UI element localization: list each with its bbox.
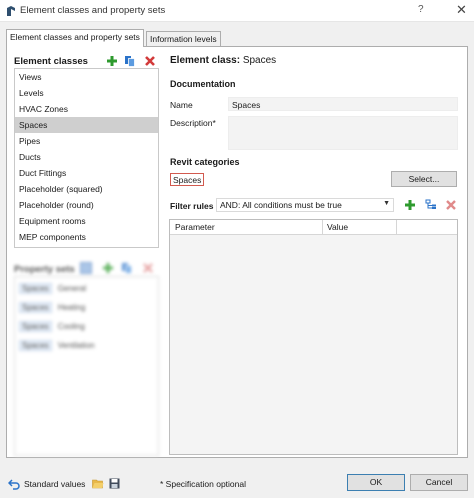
copy-icon[interactable] [121, 262, 133, 274]
tab-element-classes[interactable]: Element classes and property sets [6, 29, 144, 47]
copy-icon[interactable] [124, 55, 136, 67]
element-class-label: Element class: [170, 55, 241, 66]
element-class-value: Spaces [242, 55, 277, 66]
save-icon[interactable] [109, 478, 120, 489]
description-field[interactable] [228, 116, 458, 150]
add-group-icon[interactable] [425, 199, 437, 211]
footer-bar: Standard values * Specification optional… [0, 468, 474, 498]
help-button[interactable]: ? [418, 4, 424, 15]
element-class-title: Element class: Spaces [170, 55, 276, 66]
property-sets-heading: Property sets [14, 264, 75, 275]
filter-rules-label: Filter rules [170, 201, 214, 211]
delete-icon[interactable] [142, 262, 154, 274]
filter-rules-select[interactable]: AND: All conditions must be true ▼ [216, 198, 394, 212]
reset-icon[interactable] [8, 478, 20, 490]
filter-icon[interactable] [80, 262, 92, 274]
element-classes-heading: Element classes [14, 56, 88, 67]
delete-rule-icon[interactable] [445, 199, 457, 211]
property-set-name: Cooling [57, 322, 85, 331]
column-header-parameter[interactable]: Parameter [175, 222, 215, 232]
class-chip: Spaces [19, 340, 52, 351]
add-icon[interactable] [106, 55, 118, 67]
property-set-name: Ventilation [57, 341, 95, 350]
title-bar: Element classes and property sets ? ✕ [0, 0, 474, 22]
list-item[interactable]: Levels [15, 85, 158, 101]
filter-rules-value: AND: All conditions must be true [220, 200, 342, 210]
list-item[interactable]: Equipment rooms [15, 213, 158, 229]
list-item[interactable]: HVAC Zones [15, 101, 158, 117]
name-label: Name [170, 100, 193, 110]
ok-button[interactable]: OK [347, 474, 405, 491]
list-item[interactable]: Ducts [15, 149, 158, 165]
revit-categories-heading: Revit categories [170, 157, 240, 167]
property-sets-list: Spaces General Spaces Heating Spaces Coolin… [14, 276, 159, 456]
class-chip: Spaces [19, 321, 52, 332]
list-item[interactable]: Placeholder (squared) [15, 181, 158, 197]
element-classes-list: Views Levels HVAC Zones Spaces Pipes Duc… [14, 68, 159, 248]
list-item[interactable]: Spaces General [19, 283, 86, 295]
add-rule-icon[interactable] [404, 199, 416, 211]
list-item[interactable]: Spaces Heating [19, 302, 85, 314]
list-item[interactable]: Placeholder (round) [15, 197, 158, 213]
property-set-name: General [57, 284, 87, 293]
app-logo-icon [7, 6, 15, 16]
standard-values-link[interactable]: Standard values [24, 479, 85, 489]
add-icon[interactable] [102, 262, 114, 274]
description-label: Description* [170, 118, 216, 128]
specification-note: * Specification optional [160, 479, 247, 489]
list-item[interactable]: Duct Fittings [15, 165, 158, 181]
delete-icon[interactable] [144, 55, 156, 67]
column-divider [322, 220, 323, 235]
chevron-down-icon: ▼ [383, 200, 390, 207]
list-item-selected[interactable]: Spaces [15, 117, 158, 133]
list-item[interactable]: Views [15, 69, 158, 85]
column-divider [396, 220, 397, 235]
cancel-button[interactable]: Cancel [410, 474, 468, 491]
revit-category-chip[interactable]: Spaces [170, 173, 205, 186]
open-folder-icon[interactable] [92, 478, 104, 489]
grid-header: Parameter Value [170, 220, 457, 235]
list-item[interactable]: MEP components [15, 229, 158, 245]
close-button[interactable]: ✕ [456, 2, 467, 18]
column-header-value[interactable]: Value [327, 222, 348, 232]
list-item[interactable]: Pipes [15, 133, 158, 149]
class-chip: Spaces [19, 302, 52, 313]
class-chip: Spaces [19, 283, 52, 294]
list-item[interactable]: Spaces Ventilation [19, 340, 95, 352]
list-item[interactable]: Spaces Cooling [19, 321, 85, 333]
documentation-heading: Documentation [170, 79, 236, 89]
name-field[interactable]: Spaces [228, 97, 458, 111]
select-button[interactable]: Select... [391, 171, 457, 187]
filter-rules-grid[interactable]: Parameter Value [169, 219, 458, 455]
tab-information-levels[interactable]: Information levels [146, 31, 221, 46]
property-set-name: Heating [57, 303, 86, 312]
window-title: Element classes and property sets [20, 5, 166, 16]
